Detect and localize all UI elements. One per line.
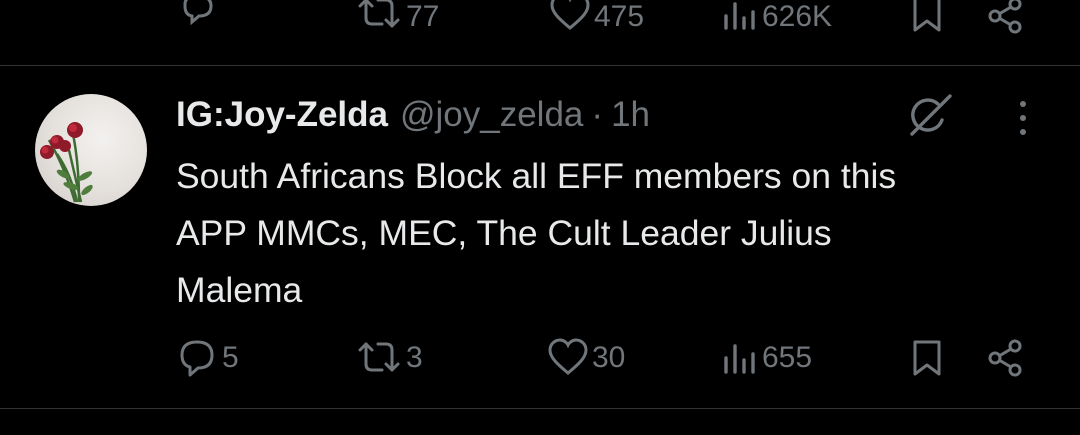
repost-icon [356, 338, 402, 378]
prev-views-button[interactable]: 626K [722, 0, 832, 34]
tweet-divider-top [0, 65, 1080, 66]
reply-button[interactable]: 5 [178, 333, 239, 383]
like-icon [548, 338, 588, 378]
reply-icon [178, 338, 218, 378]
more-options-button[interactable] [1006, 96, 1040, 140]
more-icon [1006, 96, 1040, 140]
repost-icon [356, 0, 402, 34]
previous-tweet-action-bar: 77 475 626K [0, 0, 1080, 64]
reply-icon [178, 0, 218, 34]
bookmark-icon [911, 0, 943, 34]
grok-button[interactable] [904, 90, 956, 142]
grok-icon [904, 90, 956, 142]
share-button[interactable] [988, 333, 1024, 383]
prev-repost-count: 77 [406, 0, 440, 33]
prev-reply-button[interactable] [178, 0, 218, 34]
tweet-header: IG:Joy-Zelda @joy_zelda · 1h [176, 92, 650, 138]
like-count: 30 [592, 341, 626, 374]
user-handle[interactable]: @joy_zelda [400, 95, 583, 135]
prev-like-button[interactable]: 475 [550, 0, 644, 34]
prev-repost-button[interactable]: 77 [356, 0, 439, 34]
avatar-roses-image [40, 122, 93, 203]
like-button[interactable]: 30 [548, 333, 625, 383]
tweet-divider-bottom [0, 408, 1080, 409]
prev-bookmark-button[interactable] [911, 0, 943, 34]
repost-count: 3 [406, 341, 423, 374]
views-icon [722, 338, 758, 378]
bookmark-icon [911, 338, 943, 378]
tweet-text-line: Malema [176, 270, 303, 310]
like-icon [550, 0, 590, 34]
reply-count: 5 [222, 341, 239, 374]
views-icon [722, 0, 758, 34]
tweet-text-line: South Africans Block all EFF members on … [176, 156, 897, 196]
display-name[interactable]: IG:Joy-Zelda [176, 95, 388, 135]
prev-like-count: 475 [594, 0, 645, 33]
avatar[interactable] [35, 94, 147, 206]
prev-view-count: 626K [762, 0, 833, 33]
header-separator: · [591, 95, 604, 134]
view-count: 655 [762, 341, 813, 374]
tweet-timestamp[interactable]: 1h [611, 95, 650, 135]
tweet-text: South Africans Block all EFF members on … [176, 148, 1056, 319]
prev-share-button[interactable] [988, 0, 1024, 34]
tweet-action-bar: 5 3 30 655 [0, 333, 1080, 383]
repost-button[interactable]: 3 [356, 333, 423, 383]
share-icon [988, 338, 1024, 378]
tweet-text-line: APP MMCs, MEC, The Cult Leader Julius [176, 213, 832, 253]
bookmark-button[interactable] [911, 333, 943, 383]
share-icon [988, 0, 1024, 34]
views-button[interactable]: 655 [722, 333, 812, 383]
